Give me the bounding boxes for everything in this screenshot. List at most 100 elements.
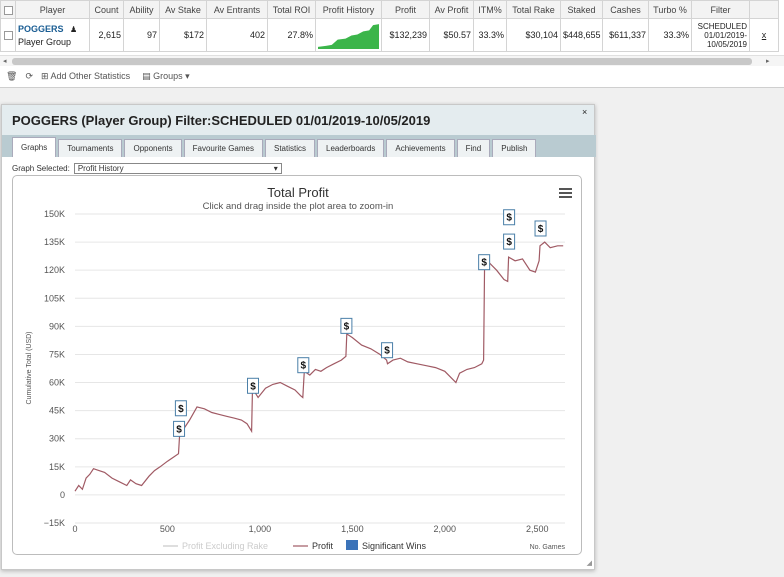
profit-history-sparkline[interactable] bbox=[315, 18, 382, 52]
tab-bar: Graphs Tournaments Opponents Favourite G… bbox=[2, 135, 596, 157]
scroll-left-icon[interactable]: ◂ bbox=[3, 57, 7, 65]
col-header-av-stake[interactable]: Av Stake bbox=[159, 0, 207, 19]
col-header-profit-history[interactable]: Profit History bbox=[315, 0, 382, 19]
groups-button[interactable]: ▤ Groups ▾ bbox=[142, 71, 190, 82]
filter-line-1: SCHEDULED bbox=[697, 21, 747, 31]
profit-series-line bbox=[74, 241, 564, 492]
tab-graphs[interactable]: Graphs bbox=[12, 137, 57, 157]
col-header-profit[interactable]: Profit bbox=[381, 0, 430, 19]
significant-win-label: $ bbox=[384, 346, 390, 357]
filter-line-2: 01/01/2019- bbox=[704, 30, 747, 40]
y-tick-label: 60K bbox=[49, 378, 65, 388]
col-header-staked[interactable]: Staked bbox=[560, 0, 603, 19]
legend-profit-ex-rake[interactable]: Profit Excluding Rake bbox=[182, 541, 268, 551]
av-stake-cell: $172 bbox=[159, 18, 207, 52]
tab-tournaments[interactable]: Tournaments bbox=[58, 139, 123, 157]
profit-cell: $132,239 bbox=[381, 18, 430, 52]
horizontal-scrollbar[interactable]: ◂ ▸ bbox=[0, 55, 784, 66]
staked-cell: $448,655 bbox=[560, 18, 603, 52]
significant-win-label: $ bbox=[344, 321, 350, 332]
x-axis-label: No. Games bbox=[530, 544, 566, 551]
col-header-ability[interactable]: Ability bbox=[123, 0, 160, 19]
y-axis-ticks: −15K 0 15K 30K 45K 60K 75K 90K 105K 120K 135K 150K bbox=[44, 209, 65, 528]
chevron-down-icon: ▾ bbox=[273, 164, 278, 173]
y-tick-label: 150K bbox=[44, 209, 65, 219]
sparkline-area bbox=[318, 24, 379, 49]
filter-cell[interactable]: SCHEDULED 01/01/2019- 10/05/2019 bbox=[691, 18, 750, 52]
x-tick-label: 1,000 bbox=[249, 524, 272, 534]
legend-profit[interactable]: Profit bbox=[312, 541, 334, 551]
significant-wins-markers: $ $ $ $ $ $ $ $ $ $ bbox=[173, 209, 547, 437]
count-cell: 2,615 bbox=[89, 18, 124, 52]
av-entrants-cell: 402 bbox=[206, 18, 268, 52]
background-area bbox=[596, 88, 784, 577]
graph-selected-label: Graph Selected: bbox=[12, 164, 70, 173]
legend-significant-wins[interactable]: Significant Wins bbox=[362, 541, 427, 551]
y-tick-label: 120K bbox=[44, 265, 65, 275]
col-header-turbo[interactable]: Turbo % bbox=[648, 0, 692, 19]
significant-win-label: $ bbox=[506, 237, 512, 248]
select-all-checkbox[interactable] bbox=[3, 5, 13, 15]
itm-cell: 33.3% bbox=[473, 18, 507, 52]
col-header-av-profit[interactable]: Av Profit bbox=[429, 0, 474, 19]
player-group-icon: ♟ bbox=[70, 24, 78, 34]
col-header-total-rake[interactable]: Total Rake bbox=[506, 0, 561, 19]
significant-win-label: $ bbox=[176, 424, 182, 435]
significant-win-label: $ bbox=[481, 258, 487, 269]
player-cell[interactable]: POGGERS ♟ Player Group bbox=[15, 18, 90, 52]
tab-opponents[interactable]: Opponents bbox=[124, 139, 182, 157]
sparkline-svg bbox=[318, 24, 379, 49]
y-tick-label: 45K bbox=[49, 406, 65, 416]
col-header-cashes[interactable]: Cashes bbox=[602, 0, 649, 19]
tab-find[interactable]: Find bbox=[456, 139, 491, 157]
chart-legend: Profit Excluding Rake Profit Significant… bbox=[163, 540, 427, 551]
graph-select-value: Profit History bbox=[77, 164, 124, 173]
scroll-right-icon[interactable]: ▸ bbox=[766, 57, 770, 65]
total-rake-cell: $30,104 bbox=[506, 18, 561, 52]
tab-achievements[interactable]: Achievements bbox=[386, 139, 455, 157]
chart-container[interactable]: −15K 0 15K 30K 45K 60K 75K 90K 105K 120K 135K 150K … bbox=[12, 175, 582, 555]
resize-handle-icon[interactable]: ◢ bbox=[587, 559, 592, 567]
col-header-count[interactable]: Count bbox=[89, 0, 124, 19]
window-header[interactable]: POGGERS (Player Group) Filter:SCHEDULED … bbox=[2, 105, 594, 135]
x-tick-label: 500 bbox=[160, 524, 175, 534]
groups-label: Groups ▾ bbox=[153, 70, 190, 81]
table-row[interactable]: POGGERS ♟ Player Group 2,615 97 $172 402… bbox=[0, 18, 779, 52]
remove-row-button[interactable]: x bbox=[749, 18, 779, 52]
tab-publish[interactable]: Publish bbox=[492, 139, 537, 157]
x-tick-label: 2,000 bbox=[434, 524, 457, 534]
profit-chart[interactable]: −15K015K30K45K60K75K90K105K120K135K150K … bbox=[13, 176, 582, 555]
scrollbar-thumb[interactable] bbox=[12, 58, 752, 65]
tab-favourite-games[interactable]: Favourite Games bbox=[183, 139, 263, 157]
col-header-actions bbox=[749, 0, 779, 19]
chart-menu-icon[interactable] bbox=[559, 188, 572, 198]
chart-title: Total Profit bbox=[267, 185, 329, 200]
stats-grid-panel: Player Count Ability Av Stake Av Entrant… bbox=[0, 0, 784, 88]
row-checkbox[interactable] bbox=[3, 31, 13, 41]
tab-leaderboards[interactable]: Leaderboards bbox=[317, 139, 385, 157]
col-header-av-entrants[interactable]: Av Entrants bbox=[206, 0, 268, 19]
col-header-total-roi[interactable]: Total ROI bbox=[267, 0, 316, 19]
x-tick-label: 2,500 bbox=[526, 524, 549, 534]
add-stats-label: Add Other Statistics bbox=[50, 70, 131, 81]
col-header-itm[interactable]: ITM% bbox=[473, 0, 507, 19]
col-header-filter[interactable]: Filter bbox=[691, 0, 750, 19]
turbo-cell: 33.3% bbox=[648, 18, 692, 52]
delete-icon[interactable]: 🗑 bbox=[6, 71, 17, 82]
refresh-icon[interactable]: ⟳ bbox=[25, 71, 33, 82]
filter-line-3: 10/05/2019 bbox=[706, 39, 747, 49]
player-name[interactable]: POGGERS bbox=[18, 24, 64, 34]
y-tick-label: 15K bbox=[49, 462, 65, 472]
player-type: Player Group bbox=[18, 36, 72, 47]
y-tick-label: 75K bbox=[49, 349, 65, 359]
graph-select-dropdown[interactable]: Profit History ▾ bbox=[73, 163, 282, 174]
row-select-cell[interactable] bbox=[0, 18, 16, 52]
close-icon[interactable]: × bbox=[582, 107, 587, 117]
col-header-player[interactable]: Player bbox=[15, 0, 90, 19]
add-stats-button[interactable]: ⊞ Add Other Statistics bbox=[41, 71, 130, 82]
significant-win-label: $ bbox=[506, 213, 512, 224]
legend-swatch-wins bbox=[346, 540, 358, 550]
select-all-header[interactable] bbox=[0, 0, 16, 19]
significant-win-label: $ bbox=[301, 361, 307, 372]
tab-statistics[interactable]: Statistics bbox=[264, 139, 315, 157]
